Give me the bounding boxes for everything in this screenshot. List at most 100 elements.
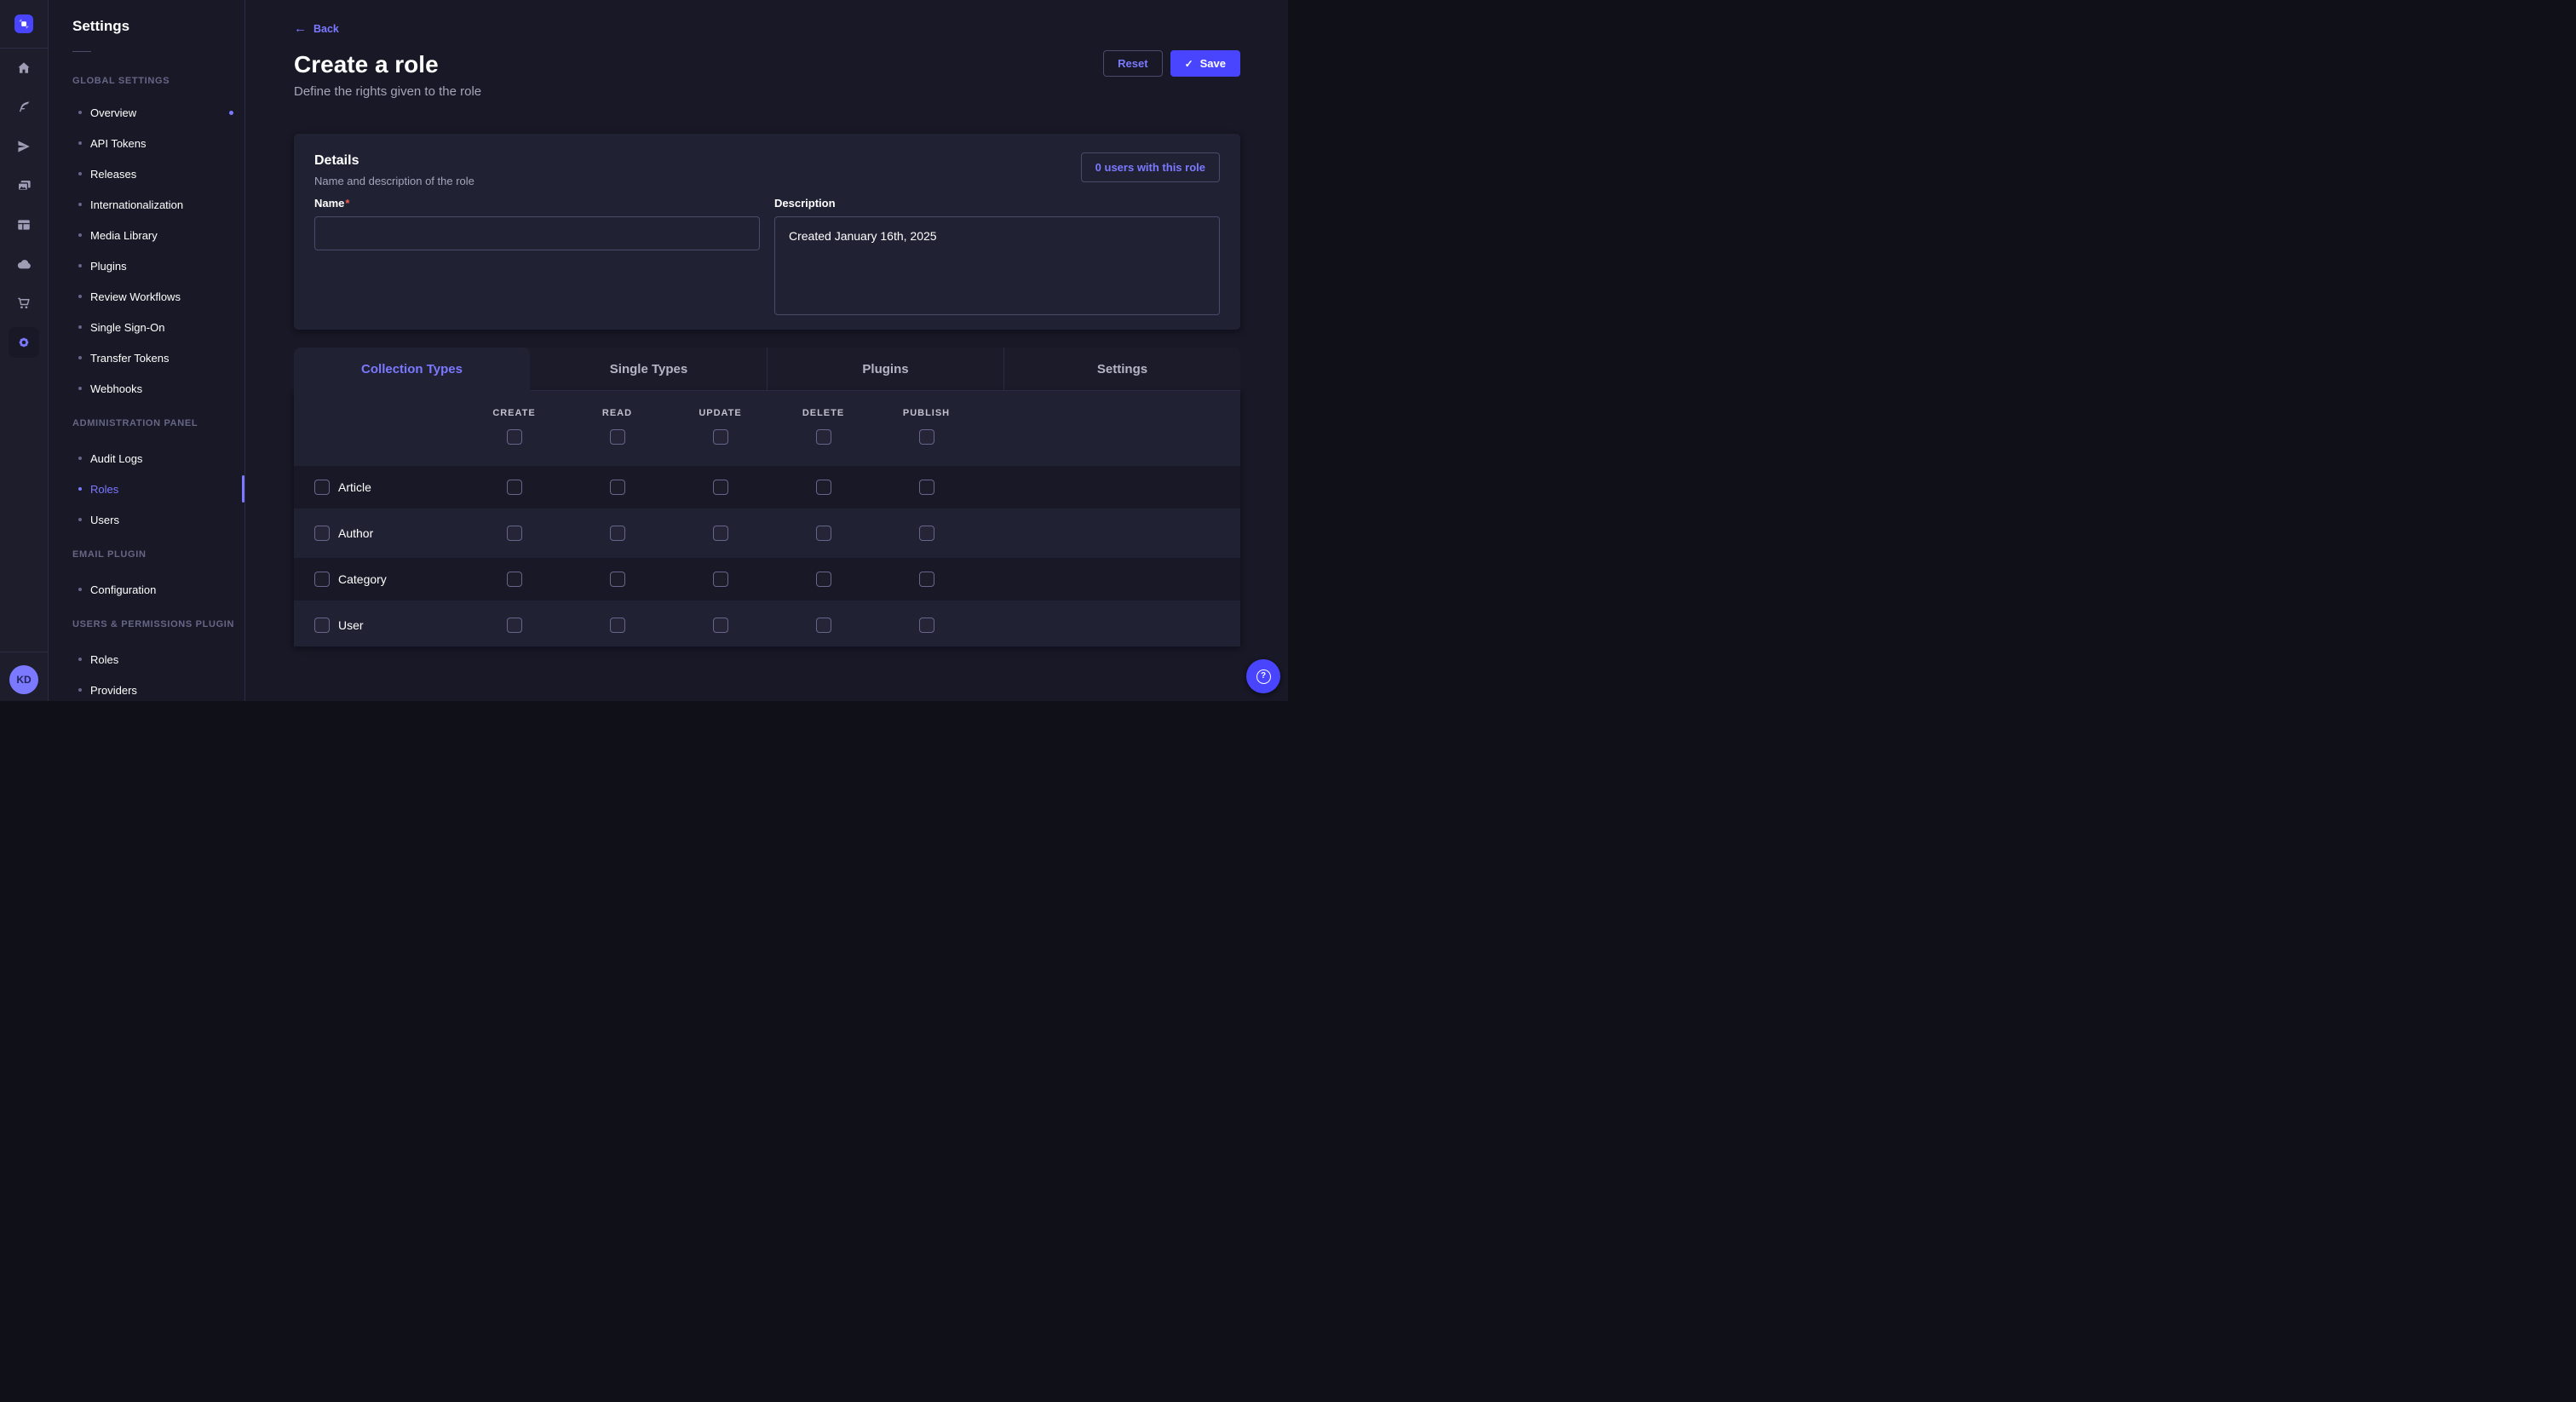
sidebar-item-review-workflows[interactable]: Review Workflows <box>49 281 244 312</box>
details-card-header: Details Name and description of the role… <box>314 152 1220 187</box>
row-label: Author <box>338 526 373 540</box>
user-create-checkbox[interactable] <box>507 618 522 633</box>
sidebar-item-label: Audit Logs <box>90 452 142 465</box>
article-read-checkbox[interactable] <box>610 480 625 495</box>
user-select-checkbox[interactable] <box>314 618 330 633</box>
app-window: KD Settings GLOBAL SETTINGSOverviewAPI T… <box>0 0 1288 701</box>
rail-item-layout[interactable] <box>0 205 48 244</box>
author-update-checkbox[interactable] <box>713 526 728 541</box>
category-select-checkbox[interactable] <box>314 572 330 587</box>
tab-collection-types[interactable]: Collection Types <box>294 348 530 391</box>
subnav-header: Settings <box>49 0 244 52</box>
sidebar-item-label: Plugins <box>90 260 127 273</box>
logo-box <box>0 0 48 49</box>
user-delete-checkbox[interactable] <box>816 618 831 633</box>
sidebar-item-label: Overview <box>90 106 136 119</box>
sidebar-item-audit-logs[interactable]: Audit Logs <box>49 443 244 474</box>
row-head: Author <box>294 526 463 541</box>
sidebar-item-releases[interactable]: Releases <box>49 158 244 189</box>
sidebar-item-single-sign-on[interactable]: Single Sign-On <box>49 312 244 342</box>
author-select-checkbox[interactable] <box>314 526 330 541</box>
select-all-publish-checkbox[interactable] <box>919 429 934 445</box>
sidebar-item-roles[interactable]: Roles <box>49 644 244 675</box>
gear-icon <box>15 334 32 351</box>
name-input[interactable] <box>314 216 760 250</box>
rail-item-cloud[interactable] <box>0 244 48 284</box>
sidebar-item-overview[interactable]: Overview <box>49 97 244 128</box>
details-title: Details <box>314 152 474 170</box>
select-all-delete-checkbox[interactable] <box>816 429 831 445</box>
category-read-checkbox[interactable] <box>610 572 625 587</box>
sidebar-item-roles[interactable]: Roles <box>49 474 244 504</box>
category-create-checkbox[interactable] <box>507 572 522 587</box>
rail-item-gear[interactable] <box>0 323 48 362</box>
permissions-header-row: CREATEREADUPDATEDELETEPUBLISH <box>294 391 1240 466</box>
category-update-checkbox[interactable] <box>713 572 728 587</box>
article-update-checkbox[interactable] <box>713 480 728 495</box>
article-publish-checkbox[interactable] <box>919 480 934 495</box>
sidebar-item-api-tokens[interactable]: API Tokens <box>49 128 244 158</box>
sidebar-item-transfer-tokens[interactable]: Transfer Tokens <box>49 342 244 373</box>
rail-item-cart[interactable] <box>0 284 48 323</box>
help-button[interactable]: ? <box>1246 659 1280 693</box>
sidebar-item-label: Roles <box>90 653 118 666</box>
bullet-icon <box>78 233 82 237</box>
details-fields: Name* Description Created January 16th, … <box>314 196 1220 319</box>
sidebar-item-label: Releases <box>90 168 136 181</box>
sidebar-item-media-library[interactable]: Media Library <box>49 220 244 250</box>
sidebar-item-users[interactable]: Users <box>49 504 244 535</box>
header-spacer <box>294 408 463 466</box>
sidebar-item-label: Media Library <box>90 229 158 242</box>
rail-item-media-library[interactable] <box>0 166 48 205</box>
save-button[interactable]: ✓ Save <box>1170 50 1240 77</box>
reset-button[interactable]: Reset <box>1103 50 1162 77</box>
select-all-update-checkbox[interactable] <box>713 429 728 445</box>
avatar[interactable]: KD <box>9 665 38 694</box>
cell <box>875 618 978 633</box>
column-header-publish: PUBLISH <box>875 408 978 466</box>
row-head: Article <box>294 480 463 495</box>
sidebar-item-webhooks[interactable]: Webhooks <box>49 373 244 404</box>
author-create-checkbox[interactable] <box>507 526 522 541</box>
tab-settings[interactable]: Settings <box>1003 348 1240 391</box>
user-read-checkbox[interactable] <box>610 618 625 633</box>
rail-item-paper-plane[interactable] <box>0 127 48 166</box>
select-all-create-checkbox[interactable] <box>507 429 522 445</box>
sidebar-item-internationalization[interactable]: Internationalization <box>49 189 244 220</box>
user-update-checkbox[interactable] <box>713 618 728 633</box>
bullet-icon <box>78 457 82 460</box>
strapi-logo[interactable] <box>14 14 33 33</box>
rail-item-home[interactable] <box>0 49 48 88</box>
details-subtitle: Name and description of the role <box>314 175 474 187</box>
row-label: Category <box>338 572 387 586</box>
cell <box>875 526 978 541</box>
tab-single-types[interactable]: Single Types <box>530 348 767 391</box>
sidebar-item-plugins[interactable]: Plugins <box>49 250 244 281</box>
icon-rail: KD <box>0 0 49 701</box>
sidebar-item-providers[interactable]: Providers <box>49 675 244 701</box>
back-link[interactable]: ← Back <box>294 22 339 35</box>
category-publish-checkbox[interactable] <box>919 572 934 587</box>
name-field-group: Name* <box>314 196 760 319</box>
category-delete-checkbox[interactable] <box>816 572 831 587</box>
article-select-checkbox[interactable] <box>314 480 330 495</box>
article-delete-checkbox[interactable] <box>816 480 831 495</box>
rail-item-feather[interactable] <box>0 88 48 127</box>
article-create-checkbox[interactable] <box>507 480 522 495</box>
users-with-role-button[interactable]: 0 users with this role <box>1081 152 1220 182</box>
tab-plugins[interactable]: Plugins <box>767 348 1003 391</box>
author-publish-checkbox[interactable] <box>919 526 934 541</box>
required-mark: * <box>345 197 349 210</box>
author-read-checkbox[interactable] <box>610 526 625 541</box>
select-all-read-checkbox[interactable] <box>610 429 625 445</box>
author-delete-checkbox[interactable] <box>816 526 831 541</box>
page-title: Create a role <box>294 50 1240 79</box>
cell <box>566 526 669 541</box>
column-label: PUBLISH <box>903 408 950 418</box>
column-header-update: UPDATE <box>669 408 772 466</box>
description-textarea[interactable]: Created January 16th, 2025 <box>774 216 1220 315</box>
permissions-panel: Collection TypesSingle TypesPluginsSetti… <box>294 348 1240 646</box>
column-header-delete: DELETE <box>772 408 875 466</box>
sidebar-item-configuration[interactable]: Configuration <box>49 574 244 605</box>
user-publish-checkbox[interactable] <box>919 618 934 633</box>
